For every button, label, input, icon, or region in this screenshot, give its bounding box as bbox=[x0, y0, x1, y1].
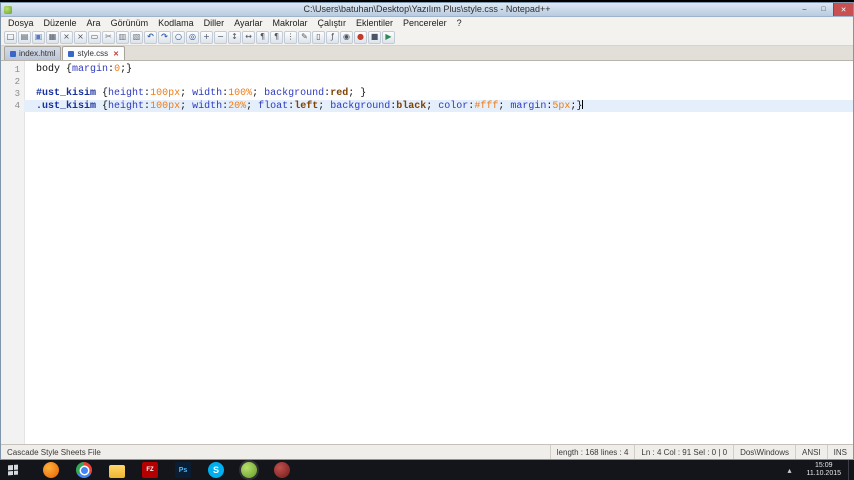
line-number: 4 bbox=[14, 101, 20, 111]
firefox-icon[interactable] bbox=[43, 462, 59, 478]
photoshop-icon[interactable]: Ps bbox=[175, 462, 191, 478]
save-state-icon bbox=[68, 50, 75, 57]
tab-label: style.css bbox=[77, 49, 109, 58]
tray-expand-icon[interactable]: ▴ bbox=[779, 466, 799, 475]
text-caret bbox=[582, 100, 584, 109]
tab-index-html[interactable]: index.html bbox=[4, 46, 62, 60]
undo-icon[interactable]: ↶ bbox=[144, 30, 157, 44]
show-all-characters-icon[interactable]: ¶ bbox=[270, 30, 283, 44]
windows-logo-icon bbox=[8, 464, 18, 476]
code-line[interactable]: 2 bbox=[1, 76, 853, 88]
print-icon[interactable]: ▭ bbox=[88, 30, 101, 44]
status-length: length : 168 lines : 4 bbox=[551, 445, 636, 459]
paste-icon[interactable]: ▧ bbox=[130, 30, 143, 44]
status-encoding[interactable]: ANSI bbox=[796, 445, 828, 459]
chrome-icon[interactable] bbox=[76, 462, 92, 478]
code-text: .ust_kisim {height:100px; width:20%; flo… bbox=[24, 100, 853, 112]
stop-macro-icon[interactable]: ■ bbox=[368, 30, 381, 44]
menu-item-dosya[interactable]: Dosya bbox=[3, 17, 39, 29]
tab-style-css[interactable]: style.css ✕ bbox=[62, 46, 126, 60]
menu-bar: Dosya Düzenle Ara Görünüm Kodlama Diller Ayarl… bbox=[1, 17, 853, 29]
notepad-plus-plus-window: C:\Users\batuhan\Desktop\Yazılım Plus\st… bbox=[0, 2, 854, 460]
status-file-type: Cascade Style Sheets File bbox=[1, 445, 551, 459]
screen: C:\Users\batuhan\Desktop\Yazılım Plus\st… bbox=[0, 0, 854, 480]
show-desktop-button[interactable] bbox=[848, 460, 854, 480]
code-line[interactable]: 1 body {margin:0;} bbox=[1, 64, 853, 76]
notepad-plus-plus-logo-icon bbox=[4, 5, 12, 14]
filezilla-icon[interactable]: FZ bbox=[142, 462, 158, 478]
tab-label: index.html bbox=[19, 49, 56, 58]
menu-item-calstr[interactable]: Çalıştır bbox=[313, 17, 352, 29]
taskbar: FZ Ps S ▴ 15:09 11.10.2015 bbox=[0, 460, 854, 480]
document-map-icon[interactable]: ▯ bbox=[312, 30, 325, 44]
sync-horizontal-icon[interactable]: ↔ bbox=[242, 30, 255, 44]
red-app-icon[interactable] bbox=[274, 462, 290, 478]
menu-item-eklentiler[interactable]: Eklentiler bbox=[351, 17, 398, 29]
indent-guide-icon[interactable]: ⋮ bbox=[284, 30, 297, 44]
word-wrap-icon[interactable]: ¶ bbox=[256, 30, 269, 44]
close-file-icon[interactable]: × bbox=[60, 30, 73, 44]
code-line[interactable]: 3 #ust_kisim {height:100px; width:100%; b… bbox=[1, 88, 853, 100]
taskbar-clock[interactable]: 15:09 11.10.2015 bbox=[799, 462, 848, 478]
menu-item-diller[interactable]: Diller bbox=[199, 17, 230, 29]
find-icon[interactable]: ○ bbox=[172, 30, 185, 44]
function-list-icon[interactable]: ƒ bbox=[326, 30, 339, 44]
tab-bar: index.html style.css ✕ bbox=[1, 46, 853, 61]
clock-date: 11.10.2015 bbox=[806, 470, 841, 477]
zoom-out-icon[interactable]: − bbox=[214, 30, 227, 44]
record-macro-icon[interactable]: ● bbox=[354, 30, 367, 44]
skype-icon[interactable]: S bbox=[208, 462, 224, 478]
editor-lines: 1 body {margin:0;} 2 3 #ust_kisim {height:10… bbox=[1, 64, 853, 112]
menu-item-makrolar[interactable]: Makrolar bbox=[268, 17, 313, 29]
status-insert-mode[interactable]: INS bbox=[828, 445, 853, 459]
menu-item-ayarlar[interactable]: Ayarlar bbox=[229, 17, 267, 29]
menu-item-pencereler[interactable]: Pencereler bbox=[398, 17, 452, 29]
start-button[interactable] bbox=[0, 460, 26, 480]
menu-item-kodlama[interactable]: Kodlama bbox=[153, 17, 199, 29]
new-file-icon[interactable]: □ bbox=[4, 30, 17, 44]
open-file-icon[interactable]: ▤ bbox=[18, 30, 31, 44]
save-all-icon[interactable]: ▦ bbox=[46, 30, 59, 44]
redo-icon[interactable]: ↷ bbox=[158, 30, 171, 44]
maximize-button[interactable]: □ bbox=[814, 3, 833, 16]
system-tray: ▴ 15:09 11.10.2015 bbox=[779, 460, 854, 480]
user-defined-dialog-icon[interactable]: ✎ bbox=[298, 30, 311, 44]
menu-item-gorunum[interactable]: Görünüm bbox=[106, 17, 154, 29]
save-icon[interactable]: ▣ bbox=[32, 30, 45, 44]
line-number: 3 bbox=[14, 89, 20, 99]
toolbar: □ ▤ ▣ ▦ × × ▭ ✂ ▥ ▧ ↶ ↷ ○ ◎ + − ↕ ↔ ¶ ¶ ⋮ ✎ ▯ ƒ ◉ ● ■ ▶ bbox=[1, 29, 853, 46]
menu-item-help[interactable]: ? bbox=[452, 17, 467, 29]
status-eol[interactable]: Dos\Windows bbox=[734, 445, 796, 459]
sync-vertical-icon[interactable]: ↕ bbox=[228, 30, 241, 44]
close-button[interactable]: ✕ bbox=[833, 3, 853, 16]
copy-icon[interactable]: ▥ bbox=[116, 30, 129, 44]
close-tab-icon[interactable]: ✕ bbox=[113, 50, 119, 58]
code-line[interactable]: 4 .ust_kisim {height:100px; width:20%; fl… bbox=[1, 100, 853, 112]
monitoring-icon[interactable]: ◉ bbox=[340, 30, 353, 44]
status-bar: Cascade Style Sheets File length : 168 l… bbox=[1, 444, 853, 459]
clock-time: 15:09 bbox=[814, 462, 833, 469]
folder-icon[interactable] bbox=[109, 464, 125, 478]
minimize-button[interactable]: – bbox=[795, 3, 814, 16]
code-text: #ust_kisim {height:100px; width:100%; ba… bbox=[36, 88, 367, 99]
zoom-in-icon[interactable]: + bbox=[200, 30, 213, 44]
line-number: 1 bbox=[14, 65, 20, 75]
save-state-icon bbox=[10, 50, 16, 57]
cut-icon[interactable]: ✂ bbox=[102, 30, 115, 44]
title-bar[interactable]: C:\Users\batuhan\Desktop\Yazılım Plus\st… bbox=[1, 3, 853, 17]
replace-icon[interactable]: ◎ bbox=[186, 30, 199, 44]
notepad-plus-plus-icon[interactable] bbox=[241, 462, 257, 478]
status-caret: Ln : 4 Col : 91 Sel : 0 | 0 bbox=[635, 445, 735, 459]
line-number: 2 bbox=[14, 77, 20, 87]
close-all-icon[interactable]: × bbox=[74, 30, 87, 44]
editor[interactable]: 1 body {margin:0;} 2 3 #ust_kisim {height:10… bbox=[1, 61, 853, 444]
window-title: C:\Users\batuhan\Desktop\Yazılım Plus\st… bbox=[303, 4, 551, 14]
play-macro-icon[interactable]: ▶ bbox=[382, 30, 395, 44]
menu-item-duzenle[interactable]: Düzenle bbox=[39, 17, 82, 29]
code-text: body {margin:0;} bbox=[36, 64, 133, 75]
taskbar-apps: FZ Ps S bbox=[26, 460, 290, 480]
menu-item-ara[interactable]: Ara bbox=[82, 17, 106, 29]
